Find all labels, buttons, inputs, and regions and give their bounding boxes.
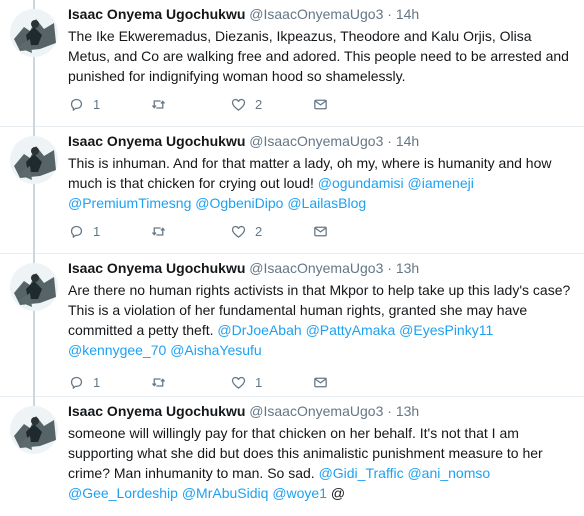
heart-icon — [230, 223, 255, 240]
envelope-icon — [312, 96, 337, 113]
tweet-content: Isaac Onyema Ugochukwu @IsaacOnyemaUgo3 … — [68, 5, 576, 86]
author-name[interactable]: Isaac Onyema Ugochukwu — [68, 6, 245, 22]
like-button[interactable]: 2 — [230, 223, 312, 240]
envelope-icon — [312, 223, 337, 240]
author-name[interactable]: Isaac Onyema Ugochukwu — [68, 260, 245, 276]
mention-link[interactable]: @woye1 — [272, 485, 327, 501]
author-handle[interactable]: @IsaacOnyemaUgo3 — [249, 6, 383, 22]
avatar[interactable] — [10, 406, 58, 454]
like-count: 2 — [255, 96, 263, 112]
tweet[interactable]: Isaac Onyema Ugochukwu @IsaacOnyemaUgo3 … — [0, 254, 584, 397]
retweet-icon — [150, 96, 175, 113]
timestamp[interactable]: 13h — [396, 403, 419, 419]
reply-count: 1 — [93, 223, 101, 239]
tweet-header: Isaac Onyema Ugochukwu @IsaacOnyemaUgo3 … — [68, 259, 576, 277]
direct-message-button[interactable] — [312, 223, 352, 240]
author-handle[interactable]: @IsaacOnyemaUgo3 — [249, 133, 383, 149]
retweet-button[interactable] — [150, 223, 230, 240]
mention-link[interactable]: @Gidi_Traffic — [319, 465, 404, 481]
timestamp[interactable]: 14h — [396, 6, 419, 22]
tweet-content: Isaac Onyema Ugochukwu @IsaacOnyemaUgo3 … — [68, 402, 576, 503]
separator-dot: · — [387, 133, 392, 149]
avatar[interactable] — [10, 9, 58, 57]
separator-dot: · — [387, 6, 392, 22]
separator-dot: · — [387, 260, 392, 276]
mention-link[interactable]: @PremiumTimesng — [68, 195, 191, 211]
direct-message-button[interactable] — [312, 374, 352, 391]
reply-icon — [68, 374, 93, 391]
direct-message-button[interactable] — [312, 96, 352, 113]
envelope-icon — [312, 374, 337, 391]
reply-button[interactable]: 1 — [68, 96, 150, 113]
tweet[interactable]: Isaac Onyema Ugochukwu @IsaacOnyemaUgo3 … — [0, 0, 584, 127]
tweet-content: Isaac Onyema Ugochukwu @IsaacOnyemaUgo3 … — [68, 259, 576, 360]
reply-button[interactable]: 1 — [68, 223, 150, 240]
mention-link[interactable]: @kennygee_70 — [68, 342, 166, 358]
mention-link[interactable]: @DrJoeAbah — [217, 322, 301, 338]
tweet-text-segment: This is inhuman. And for that matter a l… — [68, 155, 552, 191]
mention-link[interactable]: @EyesPinky11 — [399, 322, 493, 338]
tweet-actions: 12 — [68, 94, 352, 114]
heart-icon — [230, 374, 255, 391]
tweet[interactable]: Isaac Onyema Ugochukwu @IsaacOnyemaUgo3 … — [0, 397, 584, 516]
mention-link[interactable]: @PattyAmaka — [306, 322, 396, 338]
separator-dot: · — [387, 403, 392, 419]
tweet-header: Isaac Onyema Ugochukwu @IsaacOnyemaUgo3 … — [68, 402, 576, 420]
timestamp[interactable]: 13h — [396, 260, 419, 276]
reply-count: 1 — [93, 374, 101, 390]
mention-link[interactable]: @MrAbuSidiq — [182, 485, 269, 501]
author-name[interactable]: Isaac Onyema Ugochukwu — [68, 133, 245, 149]
mention-link[interactable]: @OgbeniDipo — [195, 195, 283, 211]
mention-link[interactable]: @LailasBlog — [287, 195, 366, 211]
tweet-text: This is inhuman. And for that matter a l… — [68, 153, 576, 213]
tweet-header: Isaac Onyema Ugochukwu @IsaacOnyemaUgo3 … — [68, 132, 576, 150]
mention-link[interactable]: @ani_nomso — [407, 465, 490, 481]
tweet-content: Isaac Onyema Ugochukwu @IsaacOnyemaUgo3 … — [68, 132, 576, 213]
tweet-actions: 11 — [68, 372, 352, 392]
like-button[interactable]: 1 — [230, 374, 312, 391]
heart-icon — [230, 96, 255, 113]
tweet-text-segment: @ — [327, 485, 346, 501]
like-button[interactable]: 2 — [230, 96, 312, 113]
tweet-actions: 12 — [68, 221, 352, 241]
tweet-text: Are there no human rights activists in t… — [68, 280, 576, 360]
retweet-icon — [150, 223, 175, 240]
like-count: 1 — [255, 374, 263, 390]
mention-link[interactable]: @Gee_Lordeship — [68, 485, 178, 501]
reply-count: 1 — [93, 96, 101, 112]
avatar[interactable] — [10, 136, 58, 184]
timestamp[interactable]: 14h — [396, 133, 419, 149]
tweet-text: The Ike Ekweremadus, Diezanis, Ikpeazus,… — [68, 26, 576, 86]
avatar[interactable] — [10, 263, 58, 311]
mention-link[interactable]: @AishaYesufu — [170, 342, 262, 358]
author-handle[interactable]: @IsaacOnyemaUgo3 — [249, 260, 383, 276]
like-count: 2 — [255, 223, 263, 239]
retweet-button[interactable] — [150, 96, 230, 113]
tweet-text: someone will willingly pay for that chic… — [68, 423, 576, 503]
mention-link[interactable]: @ogundamisi — [318, 175, 404, 191]
author-name[interactable]: Isaac Onyema Ugochukwu — [68, 403, 245, 419]
tweet-text-segment: The Ike Ekweremadus, Diezanis, Ikpeazus,… — [68, 28, 569, 84]
mention-link[interactable]: @iameneji — [408, 175, 474, 191]
retweet-icon — [150, 374, 175, 391]
reply-icon — [68, 96, 93, 113]
author-handle[interactable]: @IsaacOnyemaUgo3 — [249, 403, 383, 419]
retweet-button[interactable] — [150, 374, 230, 391]
reply-icon — [68, 223, 93, 240]
tweet[interactable]: Isaac Onyema Ugochukwu @IsaacOnyemaUgo3 … — [0, 127, 584, 254]
tweet-header: Isaac Onyema Ugochukwu @IsaacOnyemaUgo3 … — [68, 5, 576, 23]
reply-button[interactable]: 1 — [68, 374, 150, 391]
